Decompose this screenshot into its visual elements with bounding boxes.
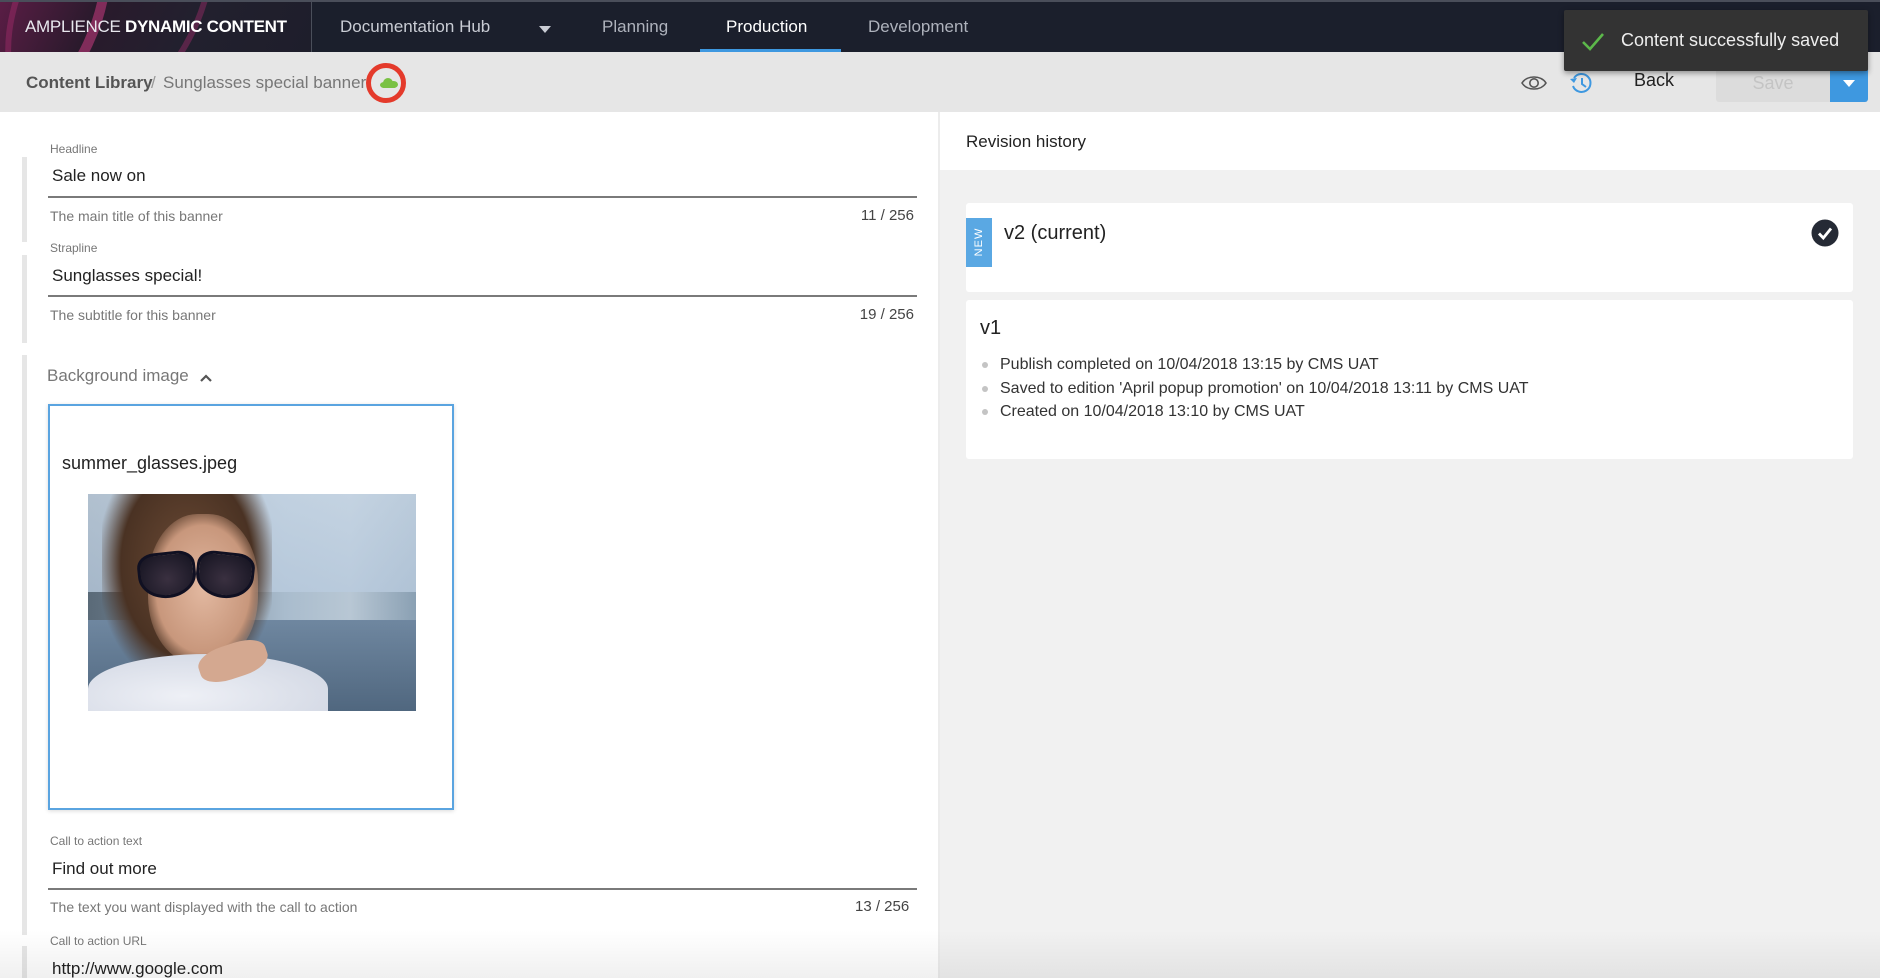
revision-history-header: Revision history — [940, 112, 1880, 170]
headline-underline — [48, 196, 917, 198]
check-circle-icon — [1811, 219, 1839, 247]
revision-card-v1[interactable]: v1 Publish completed on 10/04/2018 13:15… — [966, 300, 1853, 459]
cta-text-label: Call to action text — [50, 834, 143, 848]
field-indicator-bar — [22, 255, 27, 343]
field-indicator-bar — [22, 157, 27, 242]
toast-message: Content successfully saved — [1621, 30, 1840, 50]
field-indicator-bar — [22, 946, 27, 978]
hub-dropdown-caret-icon[interactable] — [539, 26, 551, 33]
hub-selector[interactable]: Documentation Hub — [340, 17, 490, 37]
new-badge: NEW — [966, 218, 992, 267]
brand-logo[interactable]: AMPLIENCE DYNAMIC CONTENT — [0, 2, 312, 54]
image-filename: summer_glasses.jpeg — [62, 453, 238, 473]
revision-event: Saved to edition 'April popup promotion'… — [980, 377, 1529, 401]
cloud-icon — [380, 78, 398, 88]
breadcrumb-current: Sunglasses special banner — [163, 73, 367, 92]
strapline-label: Strapline — [50, 241, 98, 255]
headline-label: Headline — [50, 142, 98, 156]
tab-production[interactable]: Production — [726, 17, 807, 37]
cta-text-help: The text you want displayed with the cal… — [50, 899, 358, 915]
strapline-underline — [48, 295, 917, 297]
brand-name: AMPLIENCE DYNAMIC CONTENT — [25, 17, 287, 36]
history-icon[interactable] — [1568, 70, 1594, 96]
tab-development[interactable]: Development — [868, 17, 968, 37]
headline-help: The main title of this banner — [50, 208, 223, 224]
field-indicator-bar — [22, 848, 27, 934]
breadcrumb-separator: / — [151, 73, 156, 92]
revision-history-panel: Revision history NEW v2 (current) v1 Pub… — [940, 112, 1880, 978]
image-card[interactable]: summer_glasses.jpeg — [48, 404, 454, 810]
revision-card-v2[interactable]: NEW v2 (current) — [966, 203, 1853, 292]
cta-text-char-count: 13 / 256 — [855, 898, 910, 915]
breadcrumb-content-library[interactable]: Content Library — [26, 73, 153, 93]
revision-events: Publish completed on 10/04/2018 13:15 by… — [980, 353, 1529, 424]
revision-title: v2 (current) — [1004, 222, 1107, 244]
cta-text-input[interactable] — [50, 859, 917, 879]
image-thumbnail — [88, 494, 416, 711]
back-button[interactable]: Back — [1612, 70, 1696, 91]
revision-title: v1 — [980, 317, 1002, 339]
sync-status-highlight — [366, 63, 406, 103]
eye-icon[interactable] — [1520, 72, 1548, 94]
headline-char-count: 11 / 256 — [860, 207, 914, 224]
cta-url-input[interactable] — [50, 959, 917, 979]
tab-planning[interactable]: Planning — [602, 17, 668, 37]
cta-url-label: Call to action URL — [50, 934, 147, 948]
check-icon — [1582, 33, 1604, 51]
strapline-help: The subtitle for this banner — [50, 307, 216, 323]
strapline-input[interactable] — [50, 266, 917, 286]
toast-notification: Content successfully saved — [1564, 10, 1868, 71]
revision-event: Publish completed on 10/04/2018 13:15 by… — [980, 353, 1529, 377]
revision-event: Created on 10/04/2018 13:10 by CMS UAT — [980, 400, 1529, 424]
cta-text-underline — [48, 888, 917, 890]
revision-history-title: Revision history — [966, 132, 1086, 151]
background-image-label[interactable]: Background image — [47, 366, 189, 386]
strapline-char-count: 19 / 256 — [859, 306, 914, 323]
headline-input[interactable] — [50, 166, 917, 186]
chevron-up-icon[interactable] — [199, 373, 213, 383]
